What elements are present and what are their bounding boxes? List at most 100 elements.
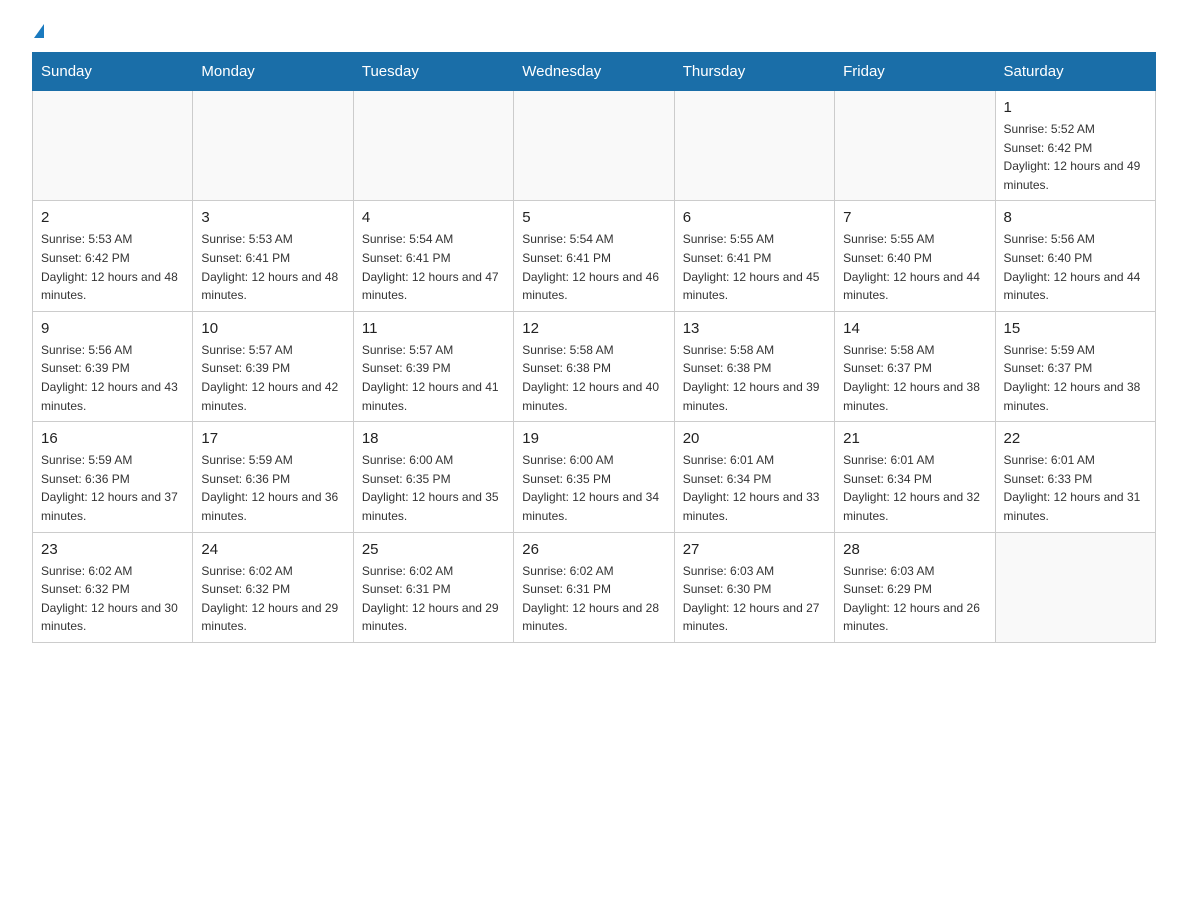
day-info: Sunrise: 5:59 AMSunset: 6:36 PMDaylight:… — [41, 451, 184, 525]
page: SundayMondayTuesdayWednesdayThursdayFrid… — [0, 0, 1188, 675]
day-number: 11 — [362, 320, 505, 337]
day-info: Sunrise: 5:59 AMSunset: 6:37 PMDaylight:… — [1004, 341, 1147, 415]
day-info: Sunrise: 6:02 AMSunset: 6:31 PMDaylight:… — [362, 562, 505, 636]
day-info: Sunrise: 6:03 AMSunset: 6:30 PMDaylight:… — [683, 562, 826, 636]
day-number: 28 — [843, 541, 986, 558]
header-day-friday: Friday — [835, 53, 995, 91]
day-number: 21 — [843, 430, 986, 447]
day-number: 20 — [683, 430, 826, 447]
day-info: Sunrise: 5:56 AMSunset: 6:39 PMDaylight:… — [41, 341, 184, 415]
day-info: Sunrise: 5:58 AMSunset: 6:38 PMDaylight:… — [522, 341, 665, 415]
day-info: Sunrise: 6:01 AMSunset: 6:34 PMDaylight:… — [683, 451, 826, 525]
header-day-saturday: Saturday — [995, 53, 1155, 91]
day-info: Sunrise: 5:55 AMSunset: 6:41 PMDaylight:… — [683, 230, 826, 304]
day-number: 25 — [362, 541, 505, 558]
calendar-body: 1 Sunrise: 5:52 AMSunset: 6:42 PMDaylight… — [33, 91, 1156, 643]
calendar-cell: 27 Sunrise: 6:03 AMSunset: 6:30 PMDayligh… — [674, 532, 834, 642]
calendar-cell: 2 Sunrise: 5:53 AMSunset: 6:42 PMDaylight… — [33, 201, 193, 311]
day-number: 19 — [522, 430, 665, 447]
day-info: Sunrise: 5:59 AMSunset: 6:36 PMDaylight:… — [201, 451, 344, 525]
calendar-cell: 11 Sunrise: 5:57 AMSunset: 6:39 PMDayligh… — [353, 311, 513, 421]
calendar-cell: 19 Sunrise: 6:00 AMSunset: 6:35 PMDayligh… — [514, 422, 674, 532]
calendar-cell: 8 Sunrise: 5:56 AMSunset: 6:40 PMDaylight… — [995, 201, 1155, 311]
calendar-cell: 15 Sunrise: 5:59 AMSunset: 6:37 PMDayligh… — [995, 311, 1155, 421]
week-row-1: 1 Sunrise: 5:52 AMSunset: 6:42 PMDaylight… — [33, 91, 1156, 201]
calendar-cell: 7 Sunrise: 5:55 AMSunset: 6:40 PMDaylight… — [835, 201, 995, 311]
day-info: Sunrise: 6:02 AMSunset: 6:31 PMDaylight:… — [522, 562, 665, 636]
day-number: 2 — [41, 209, 184, 226]
calendar-cell: 6 Sunrise: 5:55 AMSunset: 6:41 PMDaylight… — [674, 201, 834, 311]
calendar-cell: 26 Sunrise: 6:02 AMSunset: 6:31 PMDayligh… — [514, 532, 674, 642]
calendar-cell: 14 Sunrise: 5:58 AMSunset: 6:37 PMDayligh… — [835, 311, 995, 421]
day-number: 14 — [843, 320, 986, 337]
day-info: Sunrise: 5:53 AMSunset: 6:41 PMDaylight:… — [201, 230, 344, 304]
day-info: Sunrise: 5:54 AMSunset: 6:41 PMDaylight:… — [522, 230, 665, 304]
header-day-wednesday: Wednesday — [514, 53, 674, 91]
day-info: Sunrise: 5:54 AMSunset: 6:41 PMDaylight:… — [362, 230, 505, 304]
day-info: Sunrise: 6:00 AMSunset: 6:35 PMDaylight:… — [522, 451, 665, 525]
day-number: 27 — [683, 541, 826, 558]
logo-triangle-icon — [34, 24, 44, 38]
day-number: 18 — [362, 430, 505, 447]
day-info: Sunrise: 5:57 AMSunset: 6:39 PMDaylight:… — [362, 341, 505, 415]
day-number: 13 — [683, 320, 826, 337]
day-info: Sunrise: 5:56 AMSunset: 6:40 PMDaylight:… — [1004, 230, 1147, 304]
day-number: 7 — [843, 209, 986, 226]
calendar-cell: 18 Sunrise: 6:00 AMSunset: 6:35 PMDayligh… — [353, 422, 513, 532]
calendar-cell — [995, 532, 1155, 642]
header-day-thursday: Thursday — [674, 53, 834, 91]
week-row-2: 2 Sunrise: 5:53 AMSunset: 6:42 PMDaylight… — [33, 201, 1156, 311]
calendar-cell: 17 Sunrise: 5:59 AMSunset: 6:36 PMDayligh… — [193, 422, 353, 532]
day-info: Sunrise: 5:57 AMSunset: 6:39 PMDaylight:… — [201, 341, 344, 415]
day-number: 6 — [683, 209, 826, 226]
calendar-cell: 28 Sunrise: 6:03 AMSunset: 6:29 PMDayligh… — [835, 532, 995, 642]
calendar-cell: 1 Sunrise: 5:52 AMSunset: 6:42 PMDaylight… — [995, 91, 1155, 201]
calendar-cell: 13Sunrise: 5:58 AMSunset: 6:38 PMDayligh… — [674, 311, 834, 421]
day-info: Sunrise: 5:55 AMSunset: 6:40 PMDaylight:… — [843, 230, 986, 304]
calendar-cell: 22 Sunrise: 6:01 AMSunset: 6:33 PMDayligh… — [995, 422, 1155, 532]
day-number: 3 — [201, 209, 344, 226]
day-info: Sunrise: 6:00 AMSunset: 6:35 PMDaylight:… — [362, 451, 505, 525]
calendar-cell — [835, 91, 995, 201]
calendar-cell: 5 Sunrise: 5:54 AMSunset: 6:41 PMDaylight… — [514, 201, 674, 311]
calendar-cell: 4 Sunrise: 5:54 AMSunset: 6:41 PMDaylight… — [353, 201, 513, 311]
calendar-cell: 16 Sunrise: 5:59 AMSunset: 6:36 PMDayligh… — [33, 422, 193, 532]
header-day-sunday: Sunday — [33, 53, 193, 91]
day-number: 17 — [201, 430, 344, 447]
day-number: 12 — [522, 320, 665, 337]
header-day-monday: Monday — [193, 53, 353, 91]
calendar-cell: 3 Sunrise: 5:53 AMSunset: 6:41 PMDaylight… — [193, 201, 353, 311]
day-info: Sunrise: 5:58 AMSunset: 6:37 PMDaylight:… — [843, 341, 986, 415]
calendar-cell: 23 Sunrise: 6:02 AMSunset: 6:32 PMDayligh… — [33, 532, 193, 642]
day-number: 5 — [522, 209, 665, 226]
week-row-4: 16 Sunrise: 5:59 AMSunset: 6:36 PMDayligh… — [33, 422, 1156, 532]
calendar-cell: 9Sunrise: 5:56 AMSunset: 6:39 PMDaylight… — [33, 311, 193, 421]
day-info: Sunrise: 6:01 AMSunset: 6:34 PMDaylight:… — [843, 451, 986, 525]
calendar-cell: 25 Sunrise: 6:02 AMSunset: 6:31 PMDayligh… — [353, 532, 513, 642]
day-info: Sunrise: 5:52 AMSunset: 6:42 PMDaylight:… — [1004, 120, 1147, 194]
calendar-cell: 20 Sunrise: 6:01 AMSunset: 6:34 PMDayligh… — [674, 422, 834, 532]
day-info: Sunrise: 6:03 AMSunset: 6:29 PMDaylight:… — [843, 562, 986, 636]
calendar-cell — [674, 91, 834, 201]
day-info: Sunrise: 6:01 AMSunset: 6:33 PMDaylight:… — [1004, 451, 1147, 525]
calendar-cell — [193, 91, 353, 201]
day-number: 22 — [1004, 430, 1147, 447]
week-row-3: 9Sunrise: 5:56 AMSunset: 6:39 PMDaylight… — [33, 311, 1156, 421]
calendar-cell: 10Sunrise: 5:57 AMSunset: 6:39 PMDayligh… — [193, 311, 353, 421]
calendar-cell — [33, 91, 193, 201]
day-number: 23 — [41, 541, 184, 558]
day-info: Sunrise: 6:02 AMSunset: 6:32 PMDaylight:… — [41, 562, 184, 636]
day-info: Sunrise: 6:02 AMSunset: 6:32 PMDaylight:… — [201, 562, 344, 636]
day-number: 15 — [1004, 320, 1147, 337]
header-row: SundayMondayTuesdayWednesdayThursdayFrid… — [33, 53, 1156, 91]
day-number: 1 — [1004, 99, 1147, 116]
day-info: Sunrise: 5:53 AMSunset: 6:42 PMDaylight:… — [41, 230, 184, 304]
calendar-cell: 21 Sunrise: 6:01 AMSunset: 6:34 PMDayligh… — [835, 422, 995, 532]
day-number: 4 — [362, 209, 505, 226]
header — [32, 24, 1156, 40]
day-number: 26 — [522, 541, 665, 558]
day-number: 16 — [41, 430, 184, 447]
day-number: 8 — [1004, 209, 1147, 226]
calendar-cell — [353, 91, 513, 201]
calendar-header: SundayMondayTuesdayWednesdayThursdayFrid… — [33, 53, 1156, 91]
